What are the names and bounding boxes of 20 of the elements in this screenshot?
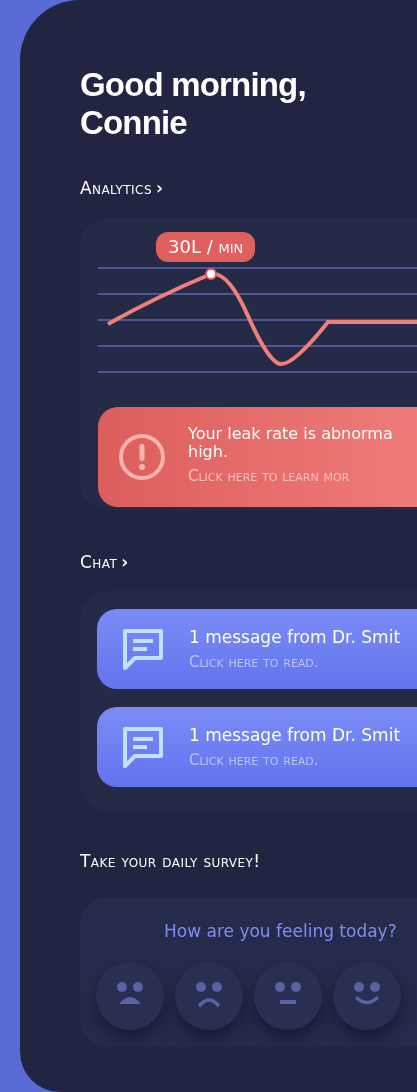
chat-bubble-icon [121,726,165,768]
alert-banner[interactable]: Your leak rate is abnorma high. Click here to learn mor [98,406,417,507]
section-heading: Analytics [80,177,152,200]
section-heading: Chat [80,550,118,574]
message-title: 1 message from Dr. Smit [189,724,401,747]
greeting-title: Good morning, Connie [80,66,307,142]
survey-question: How are you feeling today? [164,919,398,943]
message-title: 1 message from Dr. Smit [189,626,401,649]
chevron-icon[interactable]: › [155,176,164,202]
learn-more-link[interactable]: Click here to learn mor [188,465,417,488]
section-heading: Take your daily survey! [80,850,261,873]
message-notification[interactable]: 1 message from Dr. Smit Click here to read. [97,609,417,689]
read-link[interactable]: Click here to read. [189,650,401,673]
alert-icon [118,432,166,481]
value-tooltip: 30L / min [156,231,256,262]
message-notification[interactable]: 1 message from Dr. Smit Click here to read. [97,707,417,787]
chat-bubble-icon [121,628,165,670]
alert-message: Your leak rate is abnorma high. [188,425,394,462]
chevron-icon[interactable]: › [121,549,129,575]
read-link[interactable]: Click here to read. [189,748,401,771]
